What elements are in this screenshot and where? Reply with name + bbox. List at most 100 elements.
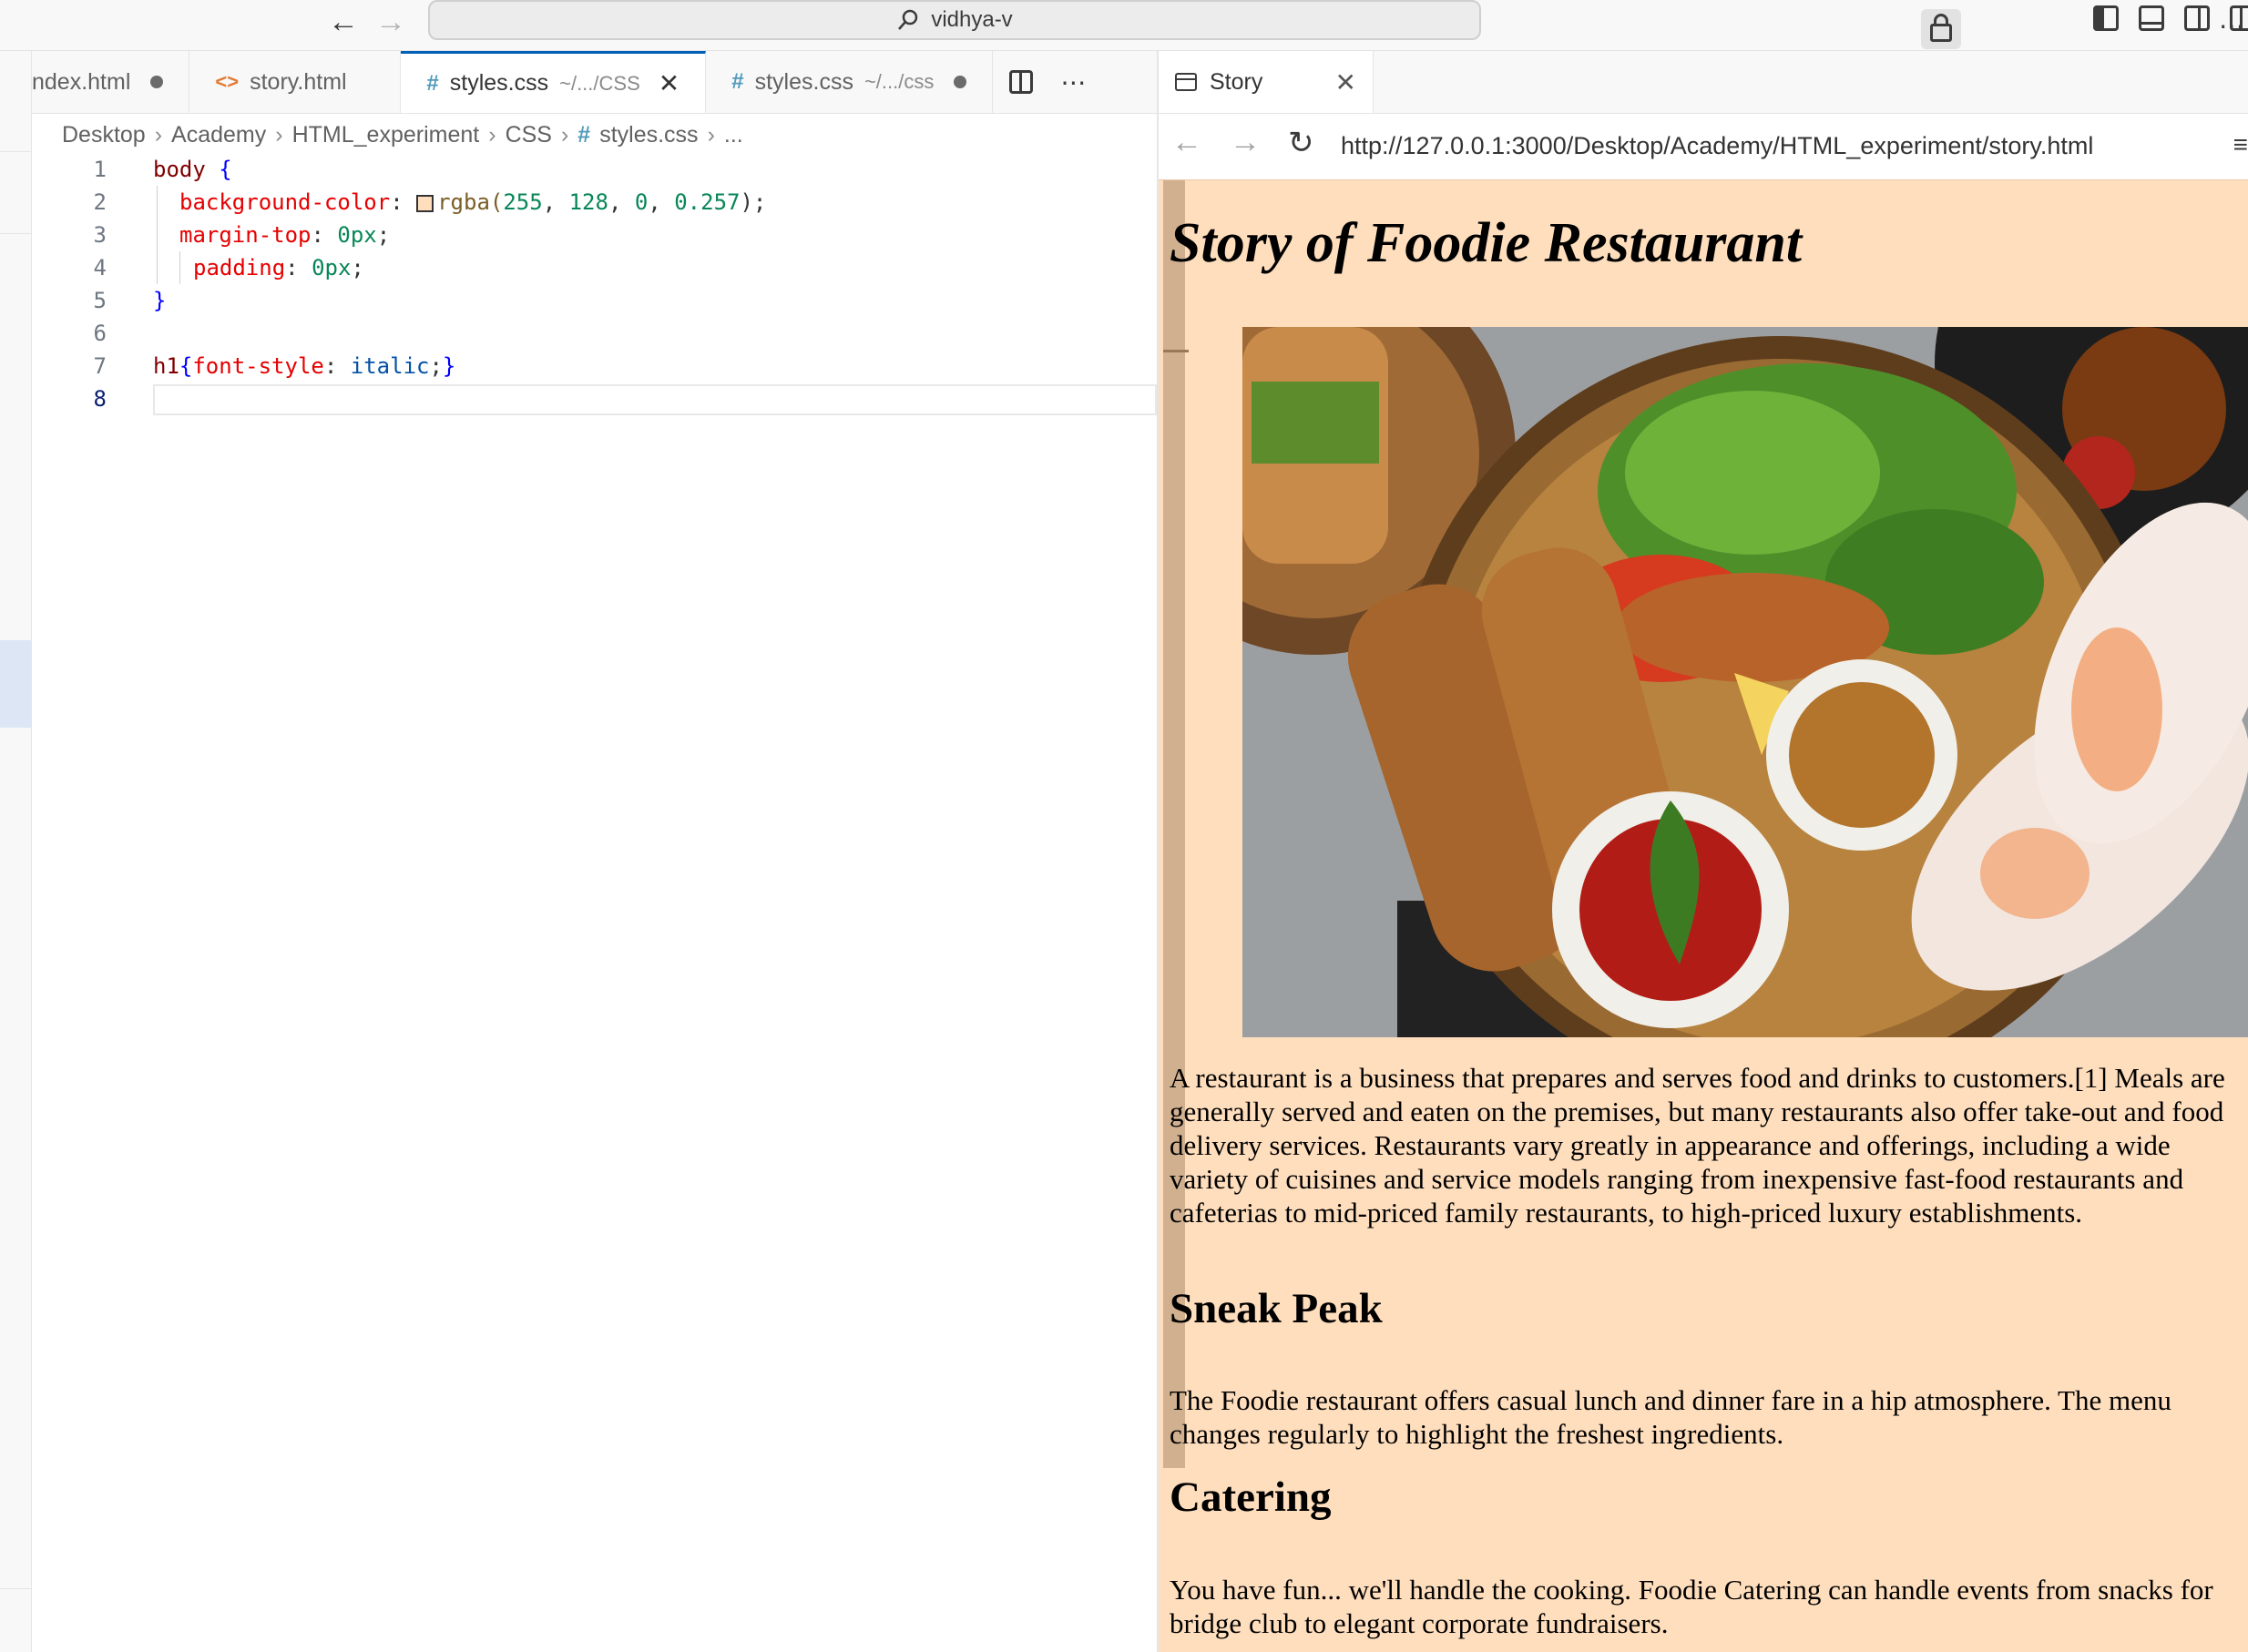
css-file-icon: #	[577, 121, 591, 148]
current-line-highlight	[153, 384, 1157, 415]
tab-styles-css[interactable]: # styles.css ~/.../css	[706, 51, 994, 113]
css-property: font-style	[192, 353, 324, 379]
back-arrow-icon[interactable]: ←	[1171, 125, 1202, 160]
line-number: 5	[93, 288, 107, 313]
css-file-icon: #	[731, 69, 744, 94]
css-number: 128	[568, 189, 608, 215]
command-center-text: vidhya-v	[931, 7, 1013, 32]
code-line-5: }	[153, 284, 166, 317]
command-center-search[interactable]: vidhya-v	[428, 0, 1481, 40]
activity-bar	[0, 51, 32, 1652]
food-platter-illustration	[1242, 327, 2248, 1037]
close-brace: }	[153, 288, 167, 313]
search-icon	[898, 9, 918, 30]
tab-label: styles.css	[754, 68, 853, 95]
editor-tab-bar: ndex.html <> story.html # styles.css ~/.…	[32, 51, 1157, 114]
line-number: 6	[93, 321, 107, 346]
indent-guide	[179, 251, 180, 284]
chevron-right-icon: ›	[275, 121, 283, 148]
activity-highlight[interactable]	[0, 640, 31, 728]
unsaved-dot-icon	[150, 76, 164, 88]
css-value: 0px	[312, 255, 352, 280]
css-property: padding	[193, 255, 286, 280]
code-line-1: body {	[153, 153, 232, 186]
page-heading: Story of Foodie Restaurant	[1170, 212, 1803, 274]
css-value: italic	[350, 353, 430, 379]
breadcrumb: Desktop › Academy › HTML_experiment › CS…	[62, 117, 743, 153]
chevron-right-icon: ›	[560, 121, 569, 148]
tab-path: ~/.../CSS	[559, 71, 640, 95]
toggle-panel-icon[interactable]	[2139, 5, 2164, 31]
css-value: 0px	[337, 222, 377, 248]
split-editor-icon[interactable]	[1009, 70, 1034, 94]
tab-index-html[interactable]: ndex.html	[32, 51, 190, 113]
css-number: 255	[503, 189, 543, 215]
css-selector: body	[153, 157, 206, 182]
code-line-3: margin-top: 0px;	[179, 222, 391, 248]
line-number: 3	[93, 222, 107, 248]
chevron-right-icon: ›	[488, 121, 496, 148]
chevron-right-icon: ›	[154, 121, 163, 148]
tab-story-html[interactable]: <> story.html	[189, 51, 402, 113]
close-icon[interactable]: ✕	[1335, 67, 1356, 97]
rendered-page: Story of Foodie Restaurant A restaurant …	[1159, 179, 2248, 1652]
line-number: 7	[93, 353, 107, 379]
title-bar: ← → vidhya-v	[0, 0, 2248, 51]
code-line-4: padding: 0px;	[193, 255, 364, 280]
indent-guide	[157, 186, 158, 284]
css-selector: h1	[153, 353, 179, 379]
section-heading-sneak-peak: Sneak Peak	[1170, 1285, 1383, 1332]
forward-arrow-icon[interactable]: →	[1230, 125, 1261, 160]
tab-label: ndex.html	[32, 68, 131, 95]
tab-path: ~/.../css	[863, 70, 935, 93]
toggle-secondary-sidebar-icon[interactable]	[2184, 5, 2210, 31]
tab-story-preview[interactable]: Story ✕	[1159, 51, 1374, 113]
unsaved-dot-icon	[954, 76, 967, 88]
activity-divider	[0, 151, 31, 152]
open-brace: {	[205, 157, 232, 182]
reload-icon[interactable]: ↻	[1288, 125, 1314, 161]
more-actions-icon[interactable]: ⋯	[1060, 67, 1086, 97]
color-swatch-icon[interactable]	[416, 194, 434, 212]
line-number: 1	[93, 157, 107, 182]
css-number: 0.257	[674, 189, 741, 215]
lock-group-button[interactable]	[1921, 9, 1961, 49]
breadcrumb-item[interactable]: styles.css	[599, 122, 698, 148]
back-arrow-icon[interactable]: ←	[328, 4, 359, 40]
paragraph-intro: A restaurant is a business that prepares…	[1170, 1062, 2225, 1229]
code-line-7: h1{font-style: italic;}	[153, 353, 456, 379]
paragraph-catering: You have fun... we'll handle the cooking…	[1170, 1574, 2213, 1639]
chevron-right-icon: ›	[707, 121, 715, 148]
css-function: rgba(	[437, 189, 504, 215]
hamburger-menu-icon[interactable]: ≡	[2233, 130, 2248, 159]
breadcrumb-item[interactable]: ...	[724, 122, 743, 148]
food-photo-image	[1242, 327, 2248, 1037]
line-number-current: 8	[93, 386, 107, 412]
browser-preview-icon	[1175, 73, 1197, 91]
tab-styles-css-active[interactable]: # styles.css ~/.../CSS ✕	[401, 51, 707, 113]
breadcrumb-item[interactable]: Desktop	[62, 122, 146, 148]
html-file-icon: <>	[215, 70, 240, 93]
forward-arrow-icon[interactable]: →	[375, 4, 406, 40]
tab-label: Story	[1210, 68, 1263, 95]
activity-divider	[0, 1588, 31, 1589]
css-number: 0	[634, 189, 649, 215]
more-actions-icon[interactable]: ⋯	[2219, 11, 2244, 41]
code-line-2: background-color: rgba(255, 128, 0, 0.25…	[179, 189, 767, 215]
close-icon[interactable]: ✕	[659, 68, 680, 98]
breadcrumb-item[interactable]: Academy	[171, 122, 266, 148]
activity-divider	[0, 233, 31, 234]
toggle-primary-sidebar-icon[interactable]	[2093, 5, 2119, 31]
tab-label: styles.css	[449, 70, 549, 96]
breadcrumb-item[interactable]: CSS	[506, 122, 552, 148]
css-file-icon: #	[426, 70, 439, 96]
paragraph-sneak-peak: The Foodie restaurant offers casual lunc…	[1170, 1384, 2171, 1450]
breadcrumb-item[interactable]: HTML_experiment	[292, 122, 480, 148]
section-heading-catering: Catering	[1170, 1474, 1332, 1521]
preview-url-bar: ← → ↻ http://127.0.0.1:3000/Desktop/Acad…	[1159, 114, 2248, 180]
css-property: margin-top	[179, 222, 312, 248]
preview-tab-bar: Story ✕	[1159, 51, 2248, 114]
code-editor[interactable]: 1 2 3 4 5 6 7 8 body { background-color:…	[32, 153, 1189, 1652]
tab-label: story.html	[250, 68, 347, 95]
url-input[interactable]: http://127.0.0.1:3000/Desktop/Academy/HT…	[1341, 132, 2093, 160]
